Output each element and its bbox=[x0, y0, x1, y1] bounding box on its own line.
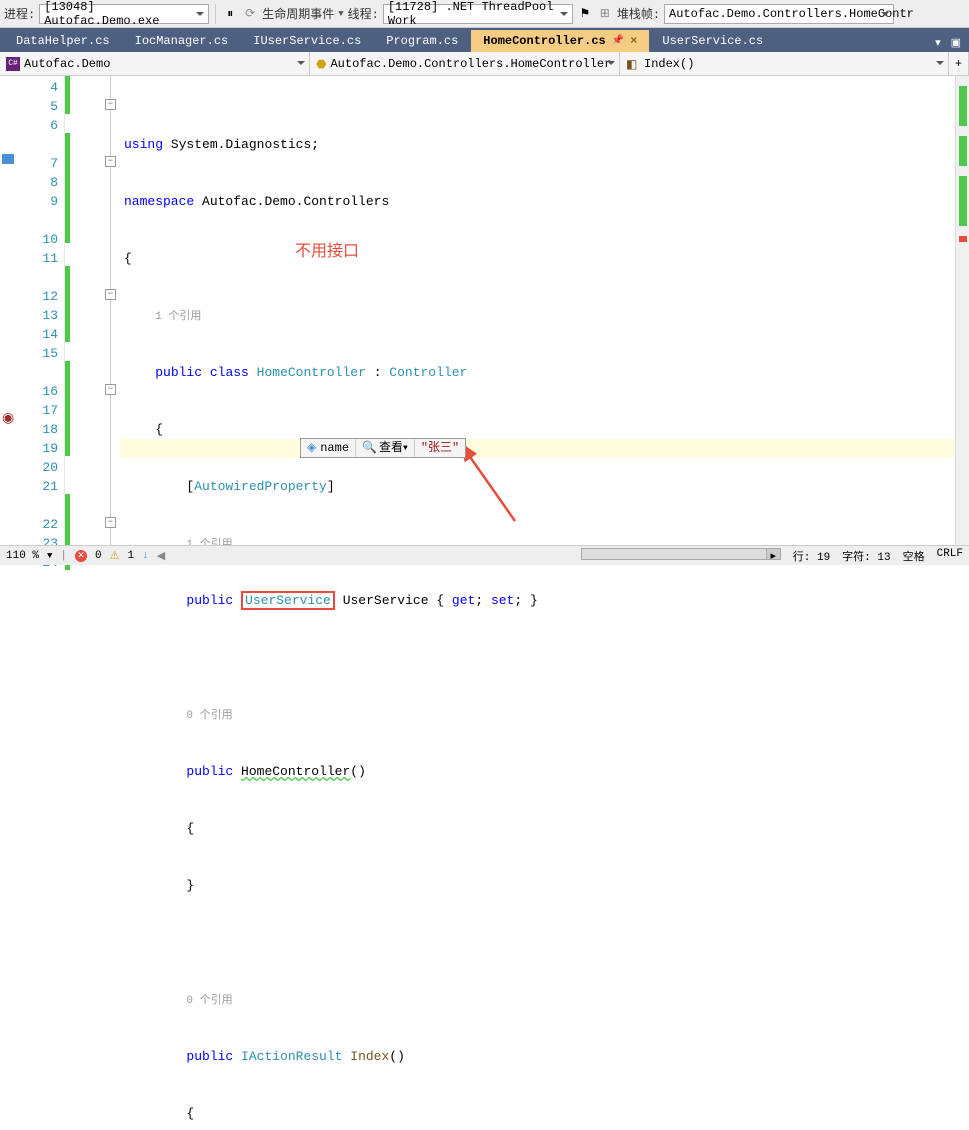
tab-userservice[interactable]: UserService.cs bbox=[650, 30, 775, 52]
annotation-text: 不用接口 bbox=[295, 242, 359, 261]
lifecycle-label: 生命周期事件 bbox=[262, 5, 334, 22]
line-numbers: 456789101112131415161718192021222324 bbox=[20, 76, 65, 545]
process-label: 进程: bbox=[4, 5, 35, 22]
arrow-annotation bbox=[460, 446, 520, 526]
fold-icon[interactable]: − bbox=[105, 384, 116, 395]
warning-icon[interactable]: ⚠ bbox=[110, 549, 120, 563]
method-icon: ◧ bbox=[626, 57, 640, 71]
fold-icon[interactable]: − bbox=[105, 289, 116, 300]
nav-plus[interactable]: + bbox=[949, 52, 969, 75]
code-editor[interactable]: ◉ 456789101112131415161718192021222324 −… bbox=[0, 76, 969, 545]
nav-class[interactable]: ⬣ Autofac.Demo.Controllers.HomeControlle… bbox=[310, 52, 620, 75]
cycle-icon[interactable]: ⟳ bbox=[242, 6, 258, 22]
view-dropdown[interactable]: 🔍查看 ▼ bbox=[356, 439, 415, 457]
tab-overflow-icon[interactable]: ▾ bbox=[931, 34, 945, 52]
tab-iocmanager[interactable]: IocManager.cs bbox=[123, 30, 241, 52]
thread-dropdown[interactable]: [11728] .NET ThreadPool Work bbox=[383, 4, 573, 24]
stackframe-label: 堆栈帧: bbox=[617, 5, 660, 22]
flag-icon[interactable]: ⚑ bbox=[577, 6, 593, 22]
fold-icon[interactable]: − bbox=[105, 156, 116, 167]
bookmark-icon[interactable] bbox=[2, 154, 14, 164]
class-icon: ⬣ bbox=[316, 57, 326, 71]
nav-member[interactable]: ◧ Index() bbox=[620, 52, 949, 75]
pause-icon[interactable]: ⏸ bbox=[222, 6, 238, 22]
code-area[interactable]: using System.Diagnostics; namespace Auto… bbox=[120, 76, 955, 545]
debug-tooltip[interactable]: ◈name 🔍查看 ▼ "张三" bbox=[300, 438, 466, 458]
status-bar: 110 % ▼ | ✕0 ⚠1 ↓ ◀ ▸ 行: 19 字符: 13 空格 CR… bbox=[0, 545, 969, 565]
process-dropdown[interactable]: [13048] Autofac.Demo.exe bbox=[39, 4, 209, 24]
highlighted-type: UserService bbox=[241, 591, 335, 610]
variable-icon: ◈ bbox=[307, 439, 316, 458]
stackframe-dropdown[interactable]: Autofac.Demo.Controllers.HomeContr bbox=[664, 4, 894, 24]
nav-project[interactable]: C# Autofac.Demo bbox=[0, 52, 310, 75]
code-margin: − − − − − bbox=[65, 76, 120, 545]
tab-datahelper[interactable]: DataHelper.cs bbox=[4, 30, 122, 52]
nav-icon[interactable]: ⊞ bbox=[597, 6, 613, 22]
close-icon[interactable]: × bbox=[630, 34, 637, 48]
tab-program[interactable]: Program.cs bbox=[374, 30, 470, 52]
zoom-level[interactable]: 110 % bbox=[6, 550, 39, 562]
fold-icon[interactable]: − bbox=[105, 99, 116, 110]
breakpoint-arrow-icon[interactable]: ◉ bbox=[2, 410, 14, 427]
editor-tabs: DataHelper.cs IocManager.cs IUserService… bbox=[0, 28, 969, 52]
tab-homecontroller[interactable]: HomeController.cs📌× bbox=[471, 30, 649, 52]
error-icon[interactable]: ✕ bbox=[75, 550, 87, 562]
tab-iuserservice[interactable]: IUserService.cs bbox=[241, 30, 373, 52]
debug-toolbar: 进程: [13048] Autofac.Demo.exe ⏸ ⟳ 生命周期事件 … bbox=[0, 0, 969, 28]
pin-icon[interactable]: 📌 bbox=[612, 35, 624, 47]
codelens-references[interactable]: 0 个引用 bbox=[186, 710, 232, 722]
tab-window-icon[interactable]: ▣ bbox=[947, 34, 965, 52]
scrollbar-h[interactable]: ▸ bbox=[581, 548, 781, 560]
codelens-references[interactable]: 1 个引用 bbox=[155, 311, 201, 323]
codelens-references[interactable]: 0 个引用 bbox=[186, 995, 232, 1007]
csharp-icon: C# bbox=[6, 57, 20, 71]
overview-ruler[interactable] bbox=[955, 76, 969, 545]
thread-label: 线程: bbox=[348, 5, 379, 22]
navigation-bar: C# Autofac.Demo ⬣ Autofac.Demo.Controlle… bbox=[0, 52, 969, 76]
fold-icon[interactable]: − bbox=[105, 517, 116, 528]
